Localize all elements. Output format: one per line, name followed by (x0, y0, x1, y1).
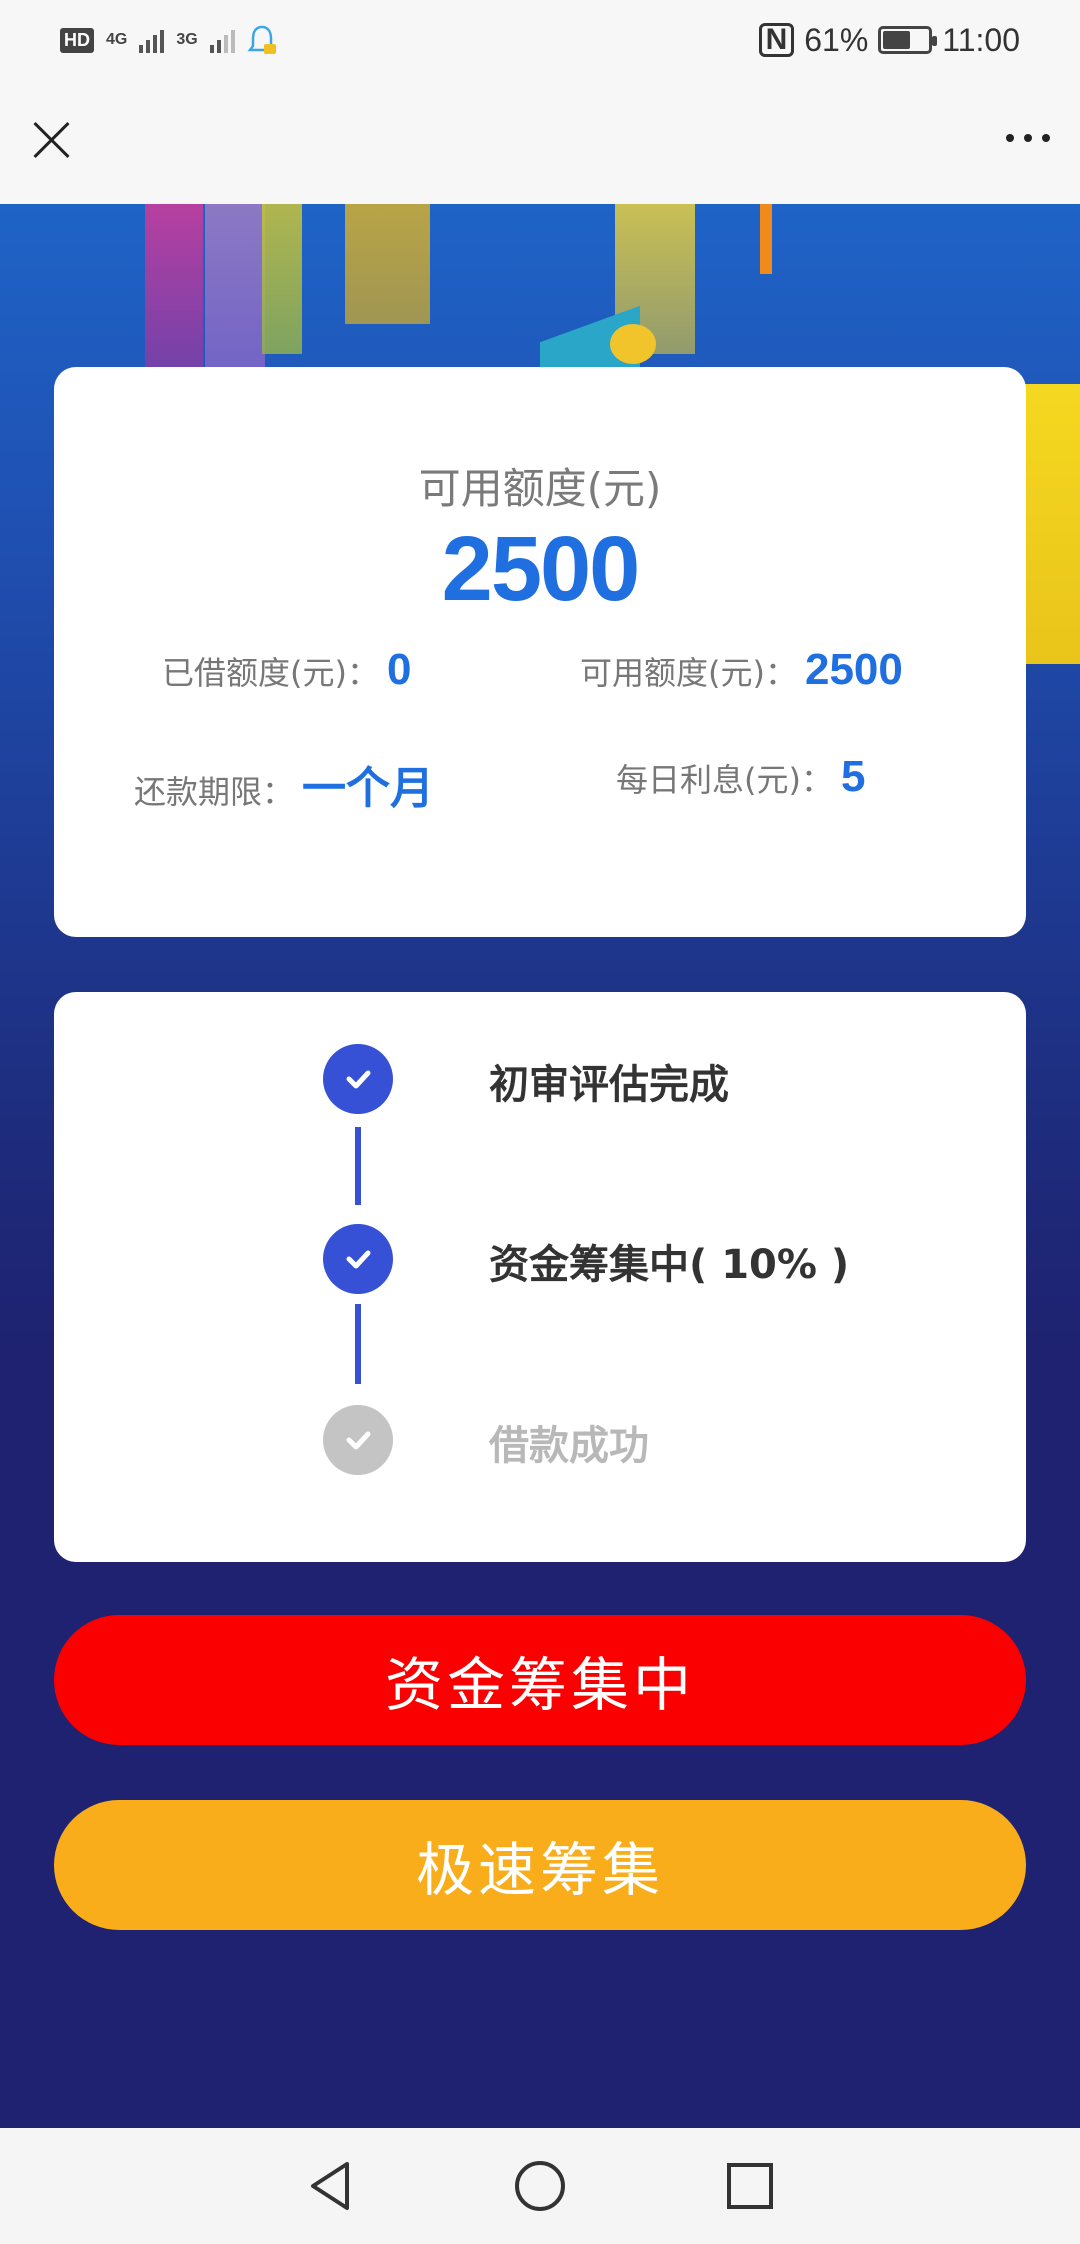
network-3g-label: 3G (176, 31, 198, 48)
decor-building (145, 204, 203, 374)
borrowed-quota: 已借额度(元)： 0 (162, 645, 411, 695)
home-icon[interactable] (510, 2156, 570, 2216)
step-3-check-icon (323, 1405, 393, 1475)
step-2-label: 资金筹集中( 10% ) (489, 1242, 850, 1288)
clock: 11:00 (942, 21, 1020, 58)
quota-card: 可用额度(元) 2500 已借额度(元)： 0 可用额度(元)： 2500 还款… (54, 367, 1026, 937)
decor-building (262, 204, 302, 354)
back-icon[interactable] (300, 2156, 360, 2216)
battery-percent: 61% (804, 21, 869, 58)
step-connector (355, 1304, 361, 1384)
step-3-label: 借款成功 (489, 1423, 649, 1469)
more-icon[interactable] (1006, 134, 1050, 142)
repayment-term-value: 一个月 (302, 764, 435, 813)
repayment-term: 还款期限： 一个月 (134, 752, 434, 816)
recents-icon[interactable] (720, 2156, 780, 2216)
system-nav-bar (0, 2128, 1080, 2244)
decor-building (345, 204, 430, 324)
coin-icon (610, 324, 656, 364)
nfc-icon: N (758, 23, 795, 57)
hd-badge: HD (60, 27, 94, 53)
status-right: N 61% 11:00 (758, 21, 1020, 59)
status-left: HD 4G 3G (60, 24, 277, 56)
fundraising-button[interactable]: 资金筹集中 (54, 1615, 1026, 1745)
express-fundraising-button[interactable]: 极速筹集 (54, 1800, 1026, 1930)
available-quota-small-value: 2500 (804, 645, 903, 694)
available-quota-value: 2500 (441, 518, 641, 620)
signal-bars-2-icon (209, 27, 235, 53)
status-bar: HD 4G 3G N 61% 11:00 (0, 0, 1080, 80)
notification-bell-icon (247, 25, 277, 54)
available-quota-small: 可用额度(元)： 2500 (580, 645, 903, 695)
decor-building (205, 204, 265, 384)
daily-interest-value: 5 (840, 752, 866, 801)
daily-interest-label: 每日利息(元)： (616, 761, 833, 799)
progress-card: 初审评估完成 资金筹集中( 10% ) 借款成功 (54, 992, 1026, 1562)
borrowed-quota-label: 已借额度(元)： (162, 654, 379, 692)
available-quota-label: 可用额度(元) (418, 464, 662, 513)
daily-interest: 每日利息(元)： 5 (616, 752, 865, 802)
close-icon[interactable] (30, 118, 74, 162)
battery-icon (878, 26, 938, 54)
web-view-header (0, 80, 1080, 204)
decor-building (760, 204, 772, 274)
borrowed-quota-value: 0 (386, 645, 412, 694)
step-1-label: 初审评估完成 (489, 1062, 729, 1108)
step-connector (355, 1127, 361, 1205)
available-quota-small-label: 可用额度(元)： (580, 654, 797, 692)
network-4g-label: 4G (106, 31, 128, 48)
step-2-check-icon (323, 1224, 393, 1294)
signal-bars-icon (139, 27, 165, 53)
step-1-check-icon (323, 1044, 393, 1114)
repayment-term-label: 还款期限： (134, 773, 295, 811)
